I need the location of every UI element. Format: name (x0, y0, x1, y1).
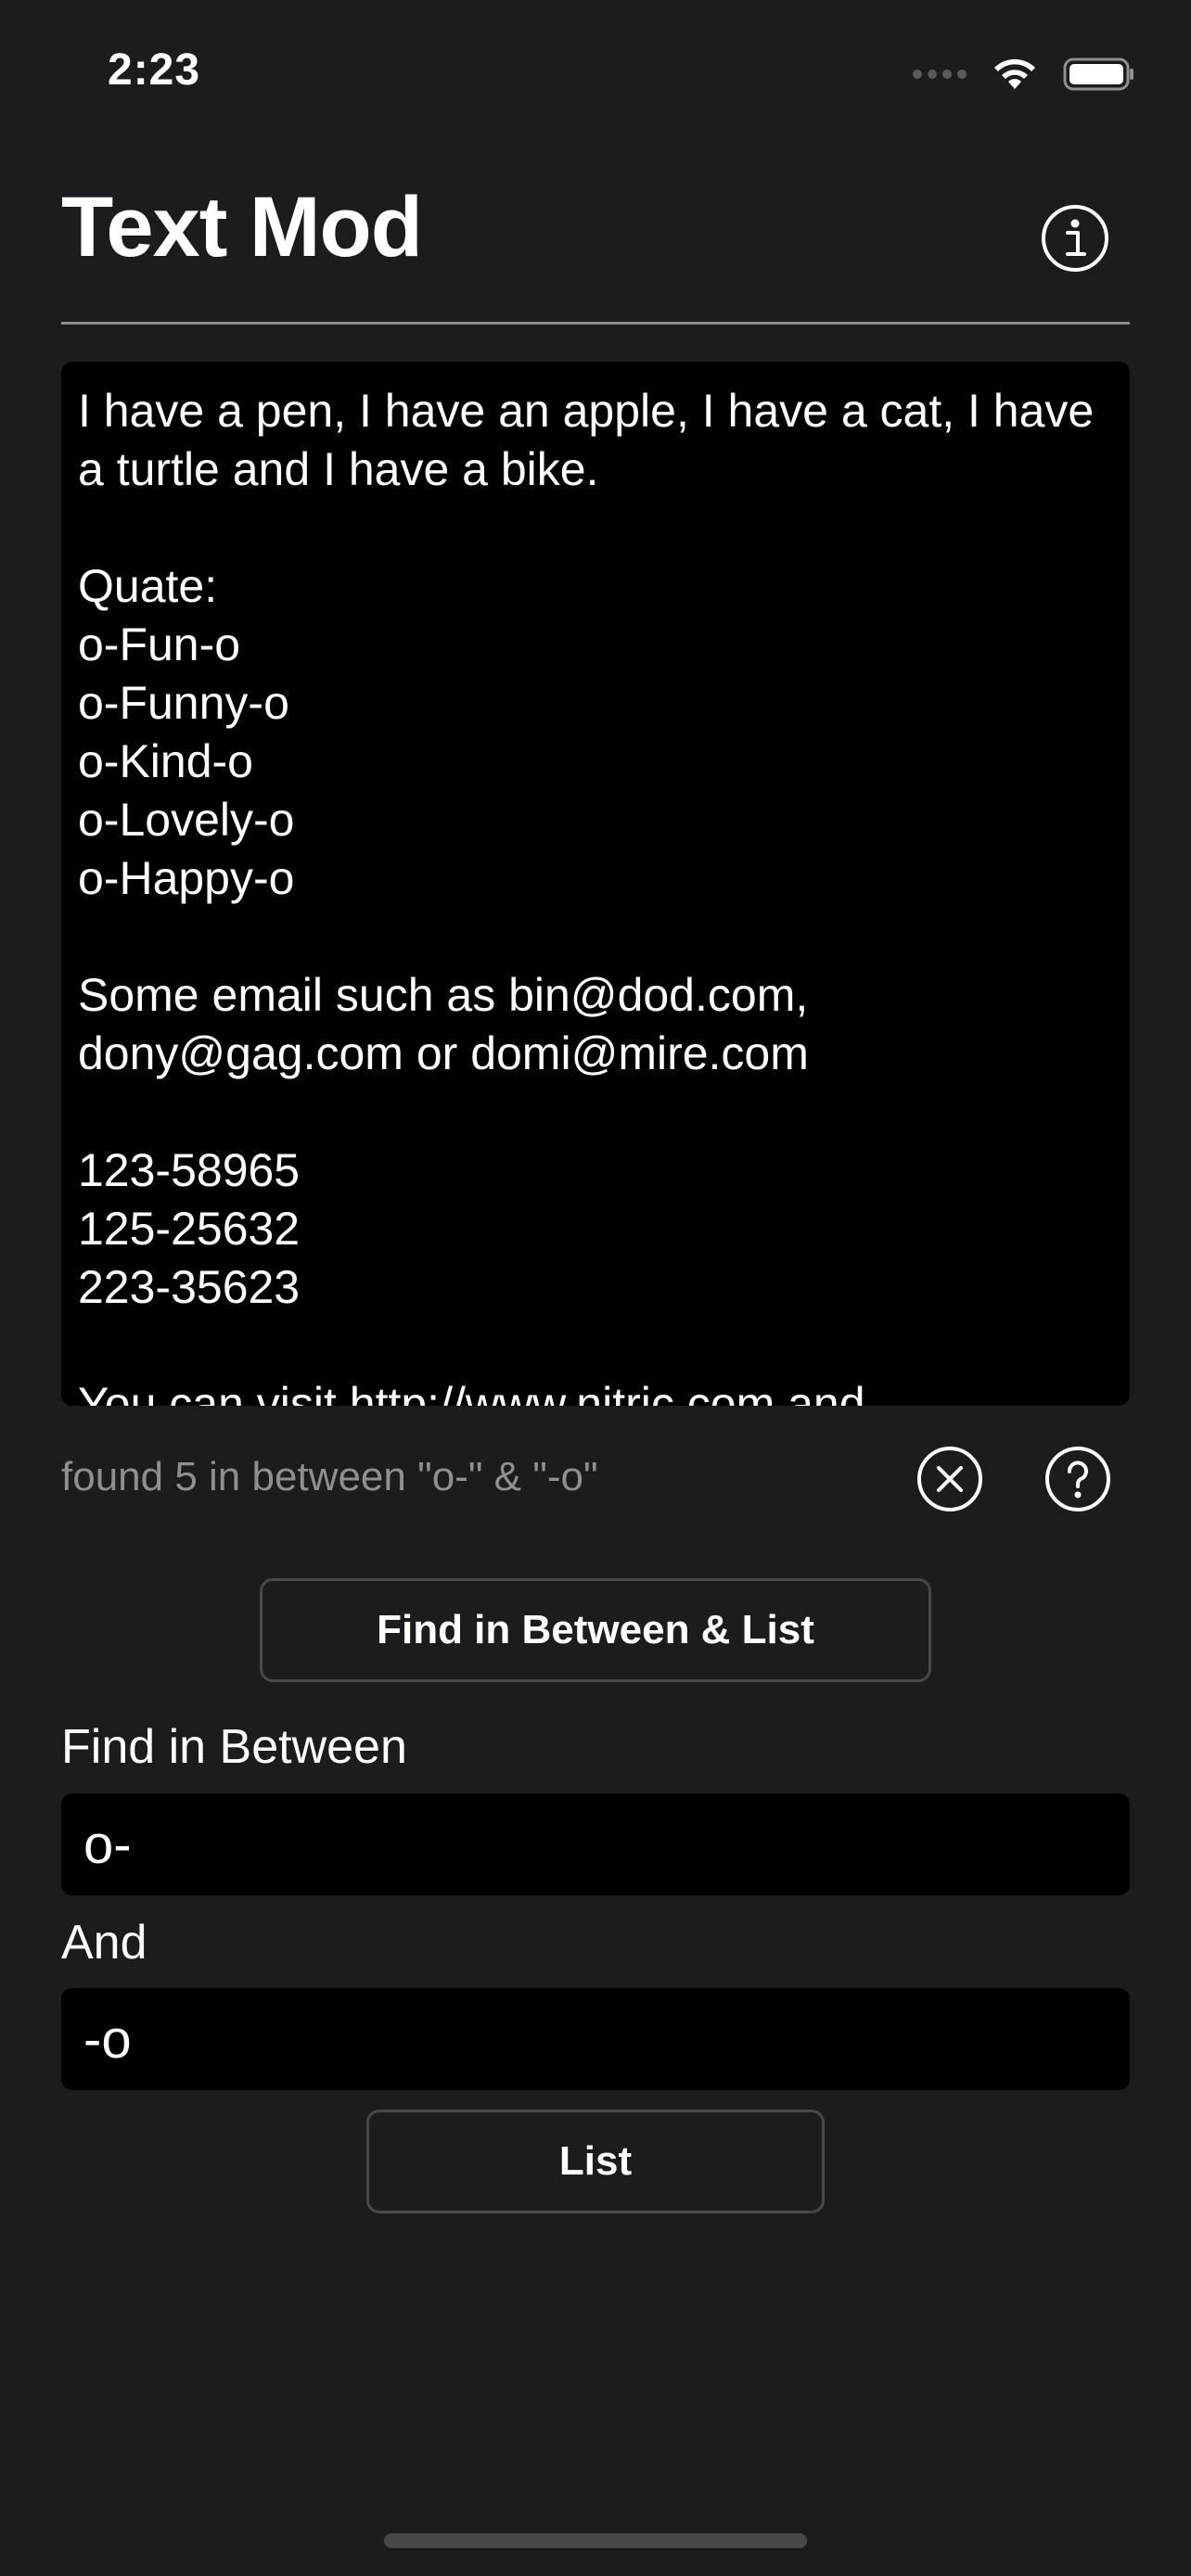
wifi-icon (994, 58, 1035, 89)
page-title: Text Mod (61, 180, 423, 274)
editor-content: I have a pen, I have an apple, I have a … (78, 385, 1095, 1406)
find-between-list-button[interactable]: Find in Between & List (260, 1578, 931, 1682)
help-button[interactable] (1044, 1445, 1112, 1513)
info-button[interactable] (1040, 203, 1110, 274)
between-start-value: o- (83, 1814, 132, 1875)
between-start-input[interactable]: o- (61, 1793, 1130, 1895)
battery-icon (1063, 57, 1133, 91)
clear-button[interactable] (916, 1445, 984, 1513)
home-indicator (384, 2533, 807, 2548)
status-icons (913, 56, 1135, 93)
between-end-input[interactable]: -o (61, 1988, 1130, 2090)
info-circle-icon (1042, 205, 1108, 272)
result-status: found 5 in between "o-" & "-o" (61, 1454, 598, 1499)
x-circle-icon (917, 1447, 982, 1511)
and-label: And (61, 1916, 147, 1970)
question-circle-icon (1045, 1447, 1110, 1511)
app-screen: 2:23 Text Mod I have a pen, I have an ap… (0, 0, 1191, 2576)
status-time: 2:23 (108, 45, 201, 95)
find-between-label: Find in Between (61, 1720, 407, 1774)
header-divider (61, 322, 1130, 325)
list-button[interactable]: List (366, 2110, 825, 2213)
between-end-value: -o (83, 2009, 132, 2070)
text-editor[interactable]: I have a pen, I have an apple, I have a … (61, 362, 1130, 1406)
cellular-signal-icon (913, 70, 967, 79)
